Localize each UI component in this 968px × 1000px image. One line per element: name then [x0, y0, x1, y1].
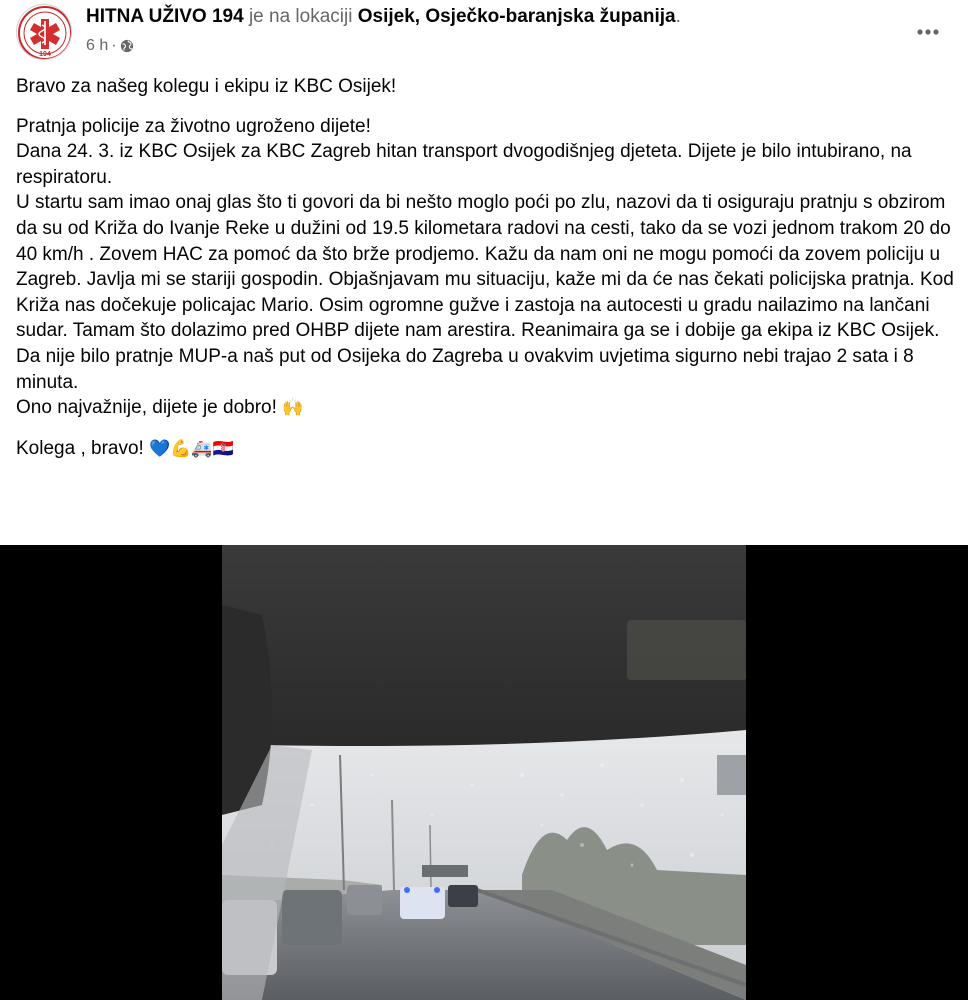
post-meta: 6 h ·: [86, 35, 134, 57]
avatar-text: 194: [39, 51, 51, 58]
post-header: 194 HITNA UŽIVO 194 je na lokaciji Osije…: [0, 0, 968, 66]
closing-emojis: 💙💪🚑🇭🇷: [149, 438, 234, 459]
globe-icon[interactable]: [120, 39, 134, 53]
post-paragraph: U startu sam imao onaj glas što ti govor…: [16, 192, 954, 393]
post-body: Bravo za našeg kolegu i ekipu iz KBC Osi…: [16, 74, 956, 462]
location-suffix: .: [675, 6, 681, 27]
post-paragraph: Pratnja policije za životno ugroženo dij…: [16, 115, 371, 137]
avatar[interactable]: 194: [16, 4, 72, 60]
author-name[interactable]: HITNA UŽIVO 194: [86, 6, 244, 27]
more-options-icon: [917, 29, 939, 35]
raised-hands-emoji: 🙌: [282, 398, 304, 419]
post-timestamp[interactable]: 6 h: [86, 35, 108, 57]
location-prefix: je na lokaciji: [248, 6, 353, 27]
meta-separator: ·: [111, 37, 117, 54]
post-text: Ono najvažnije, dijete je dobro!: [16, 397, 277, 419]
post-paragraph-with-emoji: Kolega , bravo! 💙💪🚑🇭🇷: [16, 436, 956, 463]
post-video[interactable]: [0, 545, 968, 1000]
post-paragraph: Bravo za našeg kolegu i ekipu iz KBC Osi…: [16, 76, 397, 97]
video-frame[interactable]: [222, 545, 746, 1000]
post-paragraph-with-emoji: Ono najvažnije, dijete je dobro! 🙌: [16, 395, 956, 422]
avatar-medical-logo: 194: [18, 6, 71, 59]
video-still-image: [222, 545, 746, 1000]
location-link[interactable]: Osijek, Osječko-baranjska županija: [358, 6, 676, 27]
post-header-line: HITNA UŽIVO 194 je na lokaciji Osijek, O…: [86, 4, 681, 30]
post-paragraph: Dana 24. 3. iz KBC Osijek za KBC Zagreb …: [16, 141, 912, 188]
post-text: Kolega , bravo!: [16, 437, 144, 459]
more-options-button[interactable]: [910, 14, 946, 50]
